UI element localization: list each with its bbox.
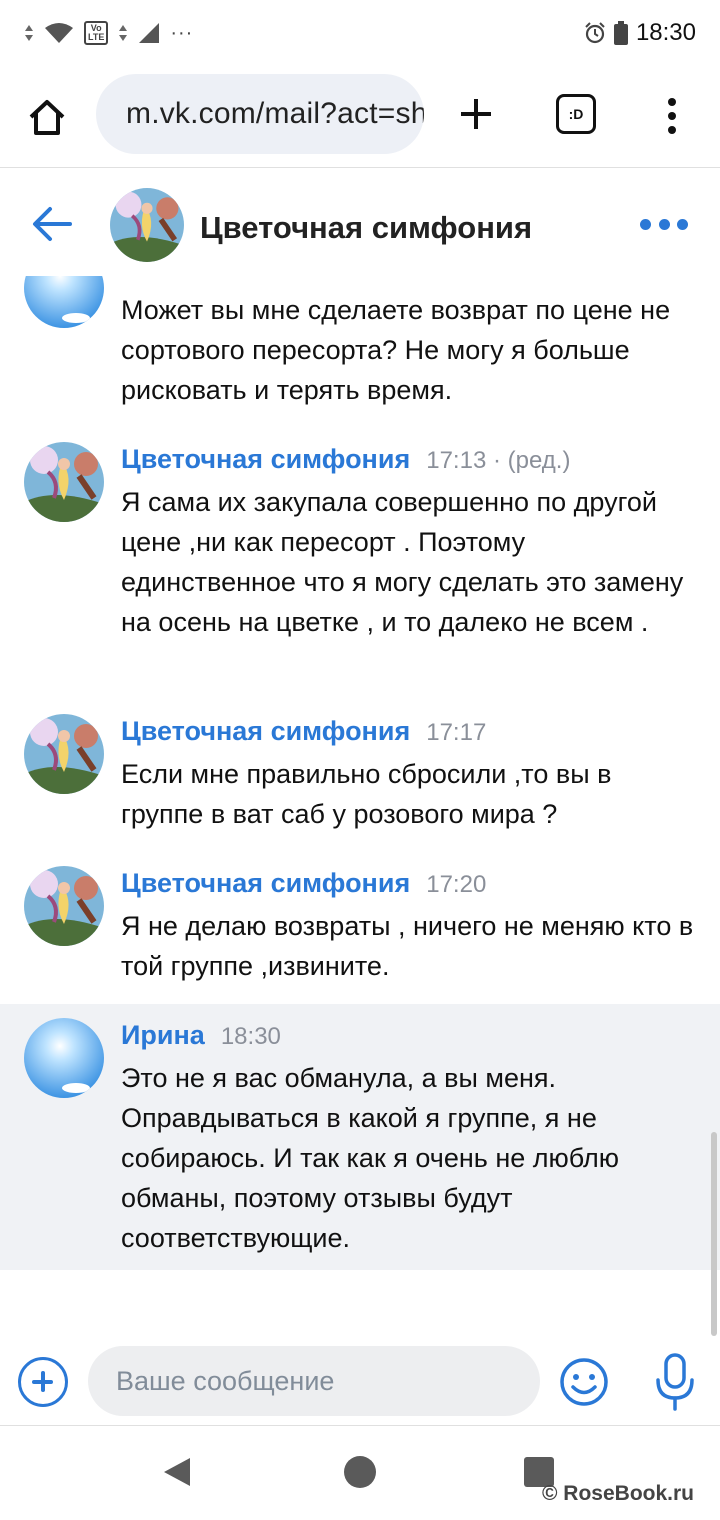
message-text: Может вы мне сделаете возврат по цене не…: [121, 295, 671, 405]
author-name[interactable]: Цветочная симфония: [121, 716, 410, 747]
wifi-icon: [45, 23, 73, 43]
status-icons-left: Vo LTE ···: [24, 21, 193, 45]
browser-toolbar: m.vk.com/mail?act=show&chat :D: [0, 66, 720, 168]
smile-icon: [560, 1358, 608, 1406]
sky-sun-avatar-icon: [24, 1018, 104, 1098]
message-meta: Цветочная симфония 17:13 · (ред.): [121, 444, 570, 475]
home-icon: [29, 100, 65, 135]
scrollbar[interactable]: [711, 1132, 717, 1336]
message-text: Если мне правильно сбросили ,то вы в гру…: [121, 759, 612, 829]
dot-icon: [640, 218, 651, 230]
author-name[interactable]: Ирина: [121, 1020, 205, 1051]
emoji-button[interactable]: [558, 1356, 610, 1408]
voice-message-button[interactable]: [652, 1352, 698, 1412]
chat-more-button[interactable]: [640, 212, 688, 236]
message-item[interactable]: Цветочная симфония 17:17 Если мне правил…: [0, 698, 720, 850]
message-time: 17:13 · (ред.): [426, 447, 571, 474]
fairy-painting-avatar-icon: [110, 188, 184, 262]
author-avatar[interactable]: [24, 714, 104, 794]
message-meta: Ирина 18:30: [121, 1020, 281, 1051]
author-avatar[interactable]: [24, 866, 104, 946]
message-item-own[interactable]: Ирина 18:30 Это не я вас обманула, а вы …: [0, 1004, 720, 1270]
address-bar[interactable]: m.vk.com/mail?act=show&chat: [96, 74, 424, 154]
chat-title[interactable]: Цветочная симфония: [200, 210, 532, 246]
back-button[interactable]: [28, 204, 76, 244]
kebab-menu-icon: [668, 98, 676, 134]
author-avatar[interactable]: [24, 442, 104, 522]
fairy-painting-avatar-icon: [24, 714, 104, 794]
message-time: 17:20: [426, 871, 487, 898]
signal-icon: [139, 23, 160, 43]
sky-sun-avatar-icon: [24, 276, 104, 328]
alarm-icon: [585, 22, 605, 44]
data-arrows-icon: [119, 25, 128, 41]
home-button[interactable]: [22, 92, 72, 142]
message-meta: Цветочная симфония 17:20: [121, 868, 486, 899]
message-text: Это не я вас обманула, а вы меня. Оправд…: [121, 1063, 620, 1253]
volte-badge: Vo LTE: [84, 21, 109, 45]
plus-icon: [461, 99, 491, 129]
message-text: Я не делаю возвраты , ничего не меняю кт…: [121, 911, 694, 981]
author-name[interactable]: Цветочная симфония: [121, 444, 410, 475]
fairy-painting-avatar-icon: [24, 866, 104, 946]
clock: 18:30: [635, 19, 696, 46]
message-meta: Цветочная симфония 17:17: [121, 716, 486, 747]
user-avatar[interactable]: [24, 276, 104, 328]
status-bar: Vo LTE ··· 18:30: [0, 0, 720, 66]
edited-label: · (ред.): [492, 447, 571, 474]
microphone-icon: [656, 1353, 694, 1411]
nav-back-icon[interactable]: [162, 1456, 192, 1488]
data-arrows-icon: [25, 25, 33, 41]
battery-icon: [613, 21, 628, 45]
status-icons-right: 18:30: [584, 19, 696, 47]
nav-home-icon[interactable]: [344, 1456, 376, 1488]
url-text[interactable]: m.vk.com/mail?act=show&chat: [126, 97, 424, 131]
browser-menu-button[interactable]: [656, 92, 688, 140]
dot-icon: [677, 218, 688, 230]
message-composer: [0, 1336, 720, 1426]
message-time: 18:30: [220, 1023, 281, 1050]
chat-avatar[interactable]: [110, 188, 184, 262]
message-list[interactable]: Может вы мне сделаете возврат по цене не…: [0, 276, 720, 1336]
message-item[interactable]: Может вы мне сделаете возврат по цене не…: [0, 276, 720, 426]
message-time: 17:17: [426, 719, 487, 746]
fairy-painting-avatar-icon: [24, 442, 104, 522]
chat-header: Цветочная симфония: [0, 168, 720, 276]
more-notifications-icon: ···: [170, 21, 194, 44]
system-navigation-bar: © RoseBook.ru: [0, 1426, 720, 1520]
message-text: Я сама их закупала совершенно по другой …: [121, 487, 684, 637]
watermark: © RoseBook.ru: [542, 1482, 694, 1505]
dot-icon: [658, 218, 670, 230]
message-input[interactable]: [88, 1346, 540, 1416]
arrow-left-icon: [33, 207, 72, 241]
attach-button[interactable]: [18, 1357, 68, 1407]
user-avatar[interactable]: [24, 1018, 104, 1098]
new-tab-button[interactable]: [452, 90, 500, 138]
message-item[interactable]: Цветочная симфония 17:20 Я не делаю возв…: [0, 850, 720, 1004]
message-item[interactable]: Цветочная симфония 17:13 · (ред.) Я сама…: [0, 426, 720, 698]
tab-switcher-button[interactable]: :D: [556, 94, 596, 134]
author-name[interactable]: Цветочная симфония: [121, 868, 410, 899]
